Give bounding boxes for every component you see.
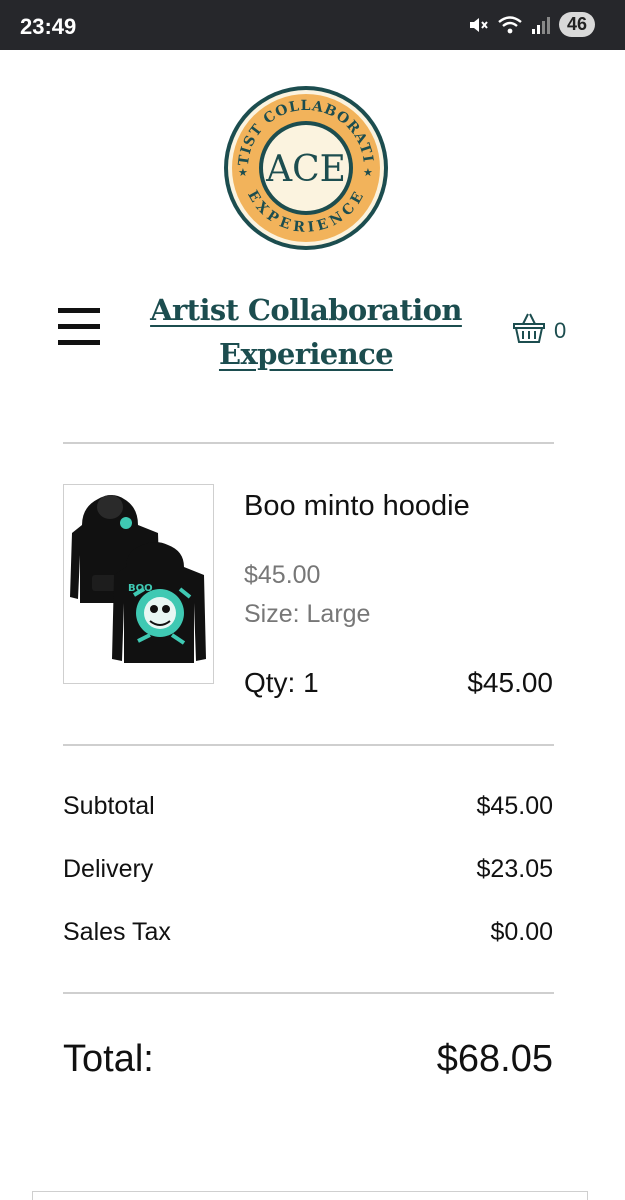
svg-text:BOO: BOO	[128, 583, 153, 594]
svg-text:★: ★	[238, 166, 248, 179]
wifi-icon	[497, 14, 523, 36]
item-line-total: $45.00	[467, 667, 553, 698]
delivery-value: $23.05	[476, 855, 553, 883]
battery-indicator: 46	[559, 12, 595, 37]
subtotal-label: Subtotal	[63, 792, 155, 820]
status-time: 23:49	[20, 14, 77, 39]
sales-tax-value: $0.00	[490, 918, 553, 946]
total-label: Total:	[63, 1038, 154, 1080]
delivery-label: Delivery	[63, 855, 154, 883]
signal-icon	[531, 15, 551, 35]
site-title-line2: Experience	[218, 337, 394, 371]
divider	[63, 992, 554, 994]
product-image[interactable]: BOO	[63, 484, 214, 684]
product-size: Size: Large	[244, 600, 371, 628]
status-icons: 46	[467, 12, 595, 37]
product-unit-price: $45.00	[244, 561, 321, 589]
mute-icon	[467, 14, 489, 36]
cart-button[interactable]: 0	[512, 311, 566, 350]
total-value: $68.05	[436, 1038, 553, 1080]
cart-count: 0	[554, 317, 567, 343]
site-title-line1: Artist Collaboration	[150, 293, 462, 327]
svg-text:★: ★	[363, 166, 373, 179]
logo-center-text: ACE	[265, 149, 346, 190]
divider	[63, 744, 554, 746]
divider	[63, 442, 554, 444]
ace-logo[interactable]: ARTIST COLLABORATION EXPERIENCE ACE ★ ★	[215, 72, 390, 252]
checkout-panel	[32, 1191, 588, 1200]
subtotal-value: $45.00	[476, 792, 553, 820]
quantity-selector[interactable]: Qty: 1	[244, 667, 319, 699]
status-bar: 23:49 46	[0, 0, 625, 50]
product-name-link[interactable]: Boo minto hoodie	[244, 490, 470, 523]
sales-tax-label: Sales Tax	[63, 918, 171, 946]
basket-icon	[512, 311, 546, 350]
hamburger-menu-icon[interactable]	[58, 308, 100, 348]
site-title-link[interactable]: Artist Collaboration Experience	[120, 288, 492, 376]
